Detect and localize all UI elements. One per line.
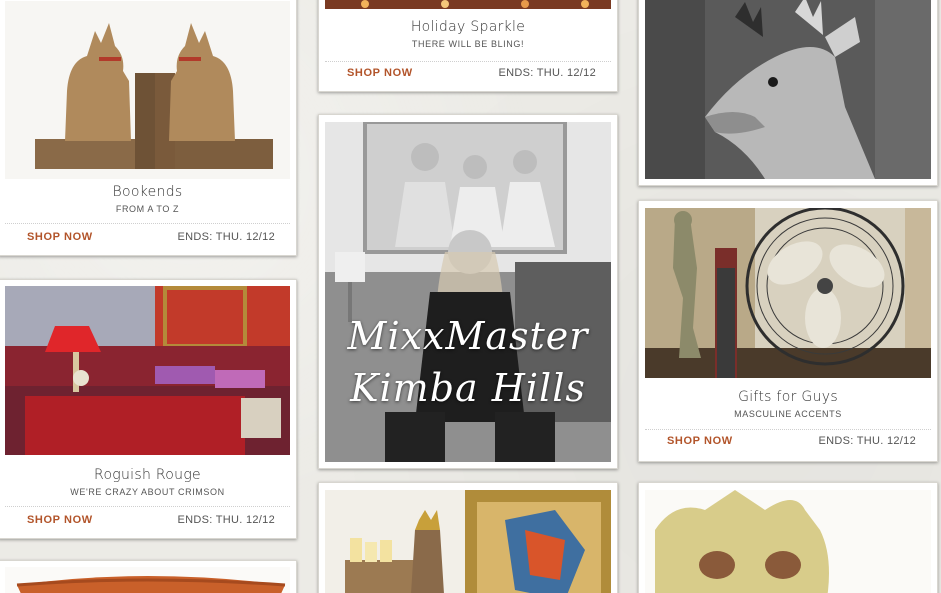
ends-date: ENDS: THU. 12/12 (818, 435, 916, 447)
divider (645, 429, 931, 430)
feature-script-line1[interactable]: MixxMaster (325, 312, 611, 360)
bookends-image[interactable] (5, 1, 290, 179)
card-subtitle: WE'RE CRAZY ABOUT CRIMSON (70, 487, 225, 497)
sale-card-partial-art[interactable] (318, 482, 618, 593)
feature-script-line2[interactable]: Kimba Hills (325, 364, 611, 412)
divider (5, 223, 290, 224)
deer-mount-image[interactable] (645, 0, 931, 179)
card-title[interactable]: Bookends (0, 184, 296, 200)
holiday-sparkle-image[interactable] (325, 0, 611, 9)
shop-now-link[interactable]: SHOP NOW (667, 435, 733, 447)
ceramic-cat-image[interactable] (645, 490, 931, 593)
shop-now-link[interactable]: SHOP NOW (347, 67, 413, 79)
gifts-for-guys-image[interactable] (645, 208, 931, 378)
card-title[interactable]: Roguish Rouge (0, 467, 296, 483)
shop-now-link[interactable]: SHOP NOW (27, 231, 93, 243)
divider (5, 506, 290, 507)
sale-card-holiday-sparkle[interactable]: Holiday Sparkle THERE WILL BE BLING! SHO… (318, 0, 618, 92)
sale-card-roguish-rouge[interactable]: Roguish Rouge WE'RE CRAZY ABOUT CRIMSON … (0, 279, 297, 539)
sale-card-gifts-for-guys[interactable]: Gifts for Guys MASCULINE ACCENTS SHOP NO… (638, 200, 938, 462)
art-still-life-image[interactable] (325, 490, 611, 593)
ends-date: ENDS: THU. 12/12 (498, 67, 596, 79)
card-subtitle: MASCULINE ACCENTS (734, 409, 842, 419)
card-subtitle: FROM A TO Z (115, 204, 180, 214)
sale-card-partial-cat[interactable] (638, 482, 938, 593)
mixxmaster-portrait-image[interactable]: MixxMaster Kimba Hills (325, 122, 611, 462)
ends-date: ENDS: THU. 12/12 (177, 231, 275, 243)
roguish-rouge-image[interactable] (5, 286, 290, 455)
card-title[interactable]: Holiday Sparkle (319, 19, 617, 35)
feature-card-mixxmaster[interactable]: MixxMaster Kimba Hills (318, 114, 618, 469)
sale-card-bookends[interactable]: Bookends FROM A TO Z SHOP NOW ENDS: THU.… (0, 0, 297, 256)
sale-card-deer[interactable] (638, 0, 938, 186)
card-title[interactable]: Gifts for Guys (639, 389, 937, 405)
shop-now-link[interactable]: SHOP NOW (27, 514, 93, 526)
divider (325, 61, 611, 62)
sale-card-partial[interactable] (0, 560, 297, 593)
card-subtitle: THERE WILL BE BLING! (411, 39, 525, 49)
ends-date: ENDS: THU. 12/12 (177, 514, 275, 526)
bowl-image[interactable] (5, 567, 290, 593)
